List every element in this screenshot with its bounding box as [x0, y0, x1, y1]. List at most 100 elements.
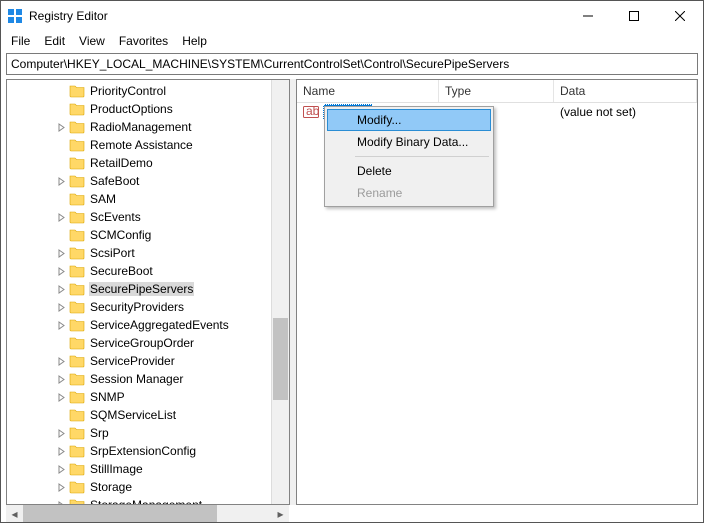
expander-icon[interactable]	[55, 463, 67, 475]
scroll-left-icon[interactable]: ◂	[6, 505, 23, 522]
tree-item-label: ServiceAggregatedEvents	[89, 318, 230, 332]
expander-icon[interactable]	[55, 319, 67, 331]
expander-icon[interactable]	[55, 265, 67, 277]
folder-icon	[69, 174, 85, 188]
expander-icon[interactable]	[55, 175, 67, 187]
tree-item[interactable]: RadioManagement	[7, 118, 289, 136]
address-bar[interactable]: Computer\HKEY_LOCAL_MACHINE\SYSTEM\Curre…	[6, 53, 698, 75]
folder-icon	[69, 228, 85, 242]
minimize-button[interactable]	[565, 1, 611, 31]
folder-icon	[69, 498, 85, 505]
window-controls	[565, 1, 703, 31]
column-data[interactable]: Data	[554, 80, 697, 102]
expander-icon[interactable]	[55, 445, 67, 457]
folder-icon	[69, 156, 85, 170]
expander-icon[interactable]	[55, 247, 67, 259]
menu-modify-binary[interactable]: Modify Binary Data...	[327, 131, 491, 153]
menubar: File Edit View Favorites Help	[1, 31, 703, 51]
menu-rename: Rename	[327, 182, 491, 204]
scroll-right-icon[interactable]: ▸	[272, 505, 289, 522]
menu-favorites[interactable]: Favorites	[113, 32, 174, 50]
tree-item[interactable]: PriorityControl	[7, 82, 289, 100]
expander-icon[interactable]	[55, 427, 67, 439]
tree-item[interactable]: SecurityProviders	[7, 298, 289, 316]
tree-pane[interactable]: PriorityControl ProductOptions RadioManage…	[6, 79, 290, 505]
tree-item[interactable]: SecurePipeServers	[7, 280, 289, 298]
folder-icon	[69, 444, 85, 458]
tree-hscrollbar[interactable]: ◂ ▸	[6, 505, 289, 522]
column-name[interactable]: Name	[297, 80, 439, 102]
menu-modify[interactable]: Modify...	[327, 109, 491, 131]
tree-item-label: ServiceGroupOrder	[89, 336, 195, 350]
folder-icon	[69, 336, 85, 350]
tree-item[interactable]: Storage	[7, 478, 289, 496]
tree-item[interactable]: RetailDemo	[7, 154, 289, 172]
tree-item[interactable]: ProductOptions	[7, 100, 289, 118]
tree-item-label: ScEvents	[89, 210, 142, 224]
tree-item[interactable]: SCMConfig	[7, 226, 289, 244]
tree-item-label: PriorityControl	[89, 84, 167, 98]
expander-icon[interactable]	[55, 373, 67, 385]
tree-item[interactable]: StillImage	[7, 460, 289, 478]
tree-item[interactable]: ScEvents	[7, 208, 289, 226]
tree-item[interactable]: ServiceAggregatedEvents	[7, 316, 289, 334]
menu-help[interactable]: Help	[176, 32, 213, 50]
expander-icon[interactable]	[55, 355, 67, 367]
tree-item-label: RetailDemo	[89, 156, 154, 170]
tree-item-label: Session Manager	[89, 372, 184, 386]
tree-item[interactable]: Srp	[7, 424, 289, 442]
tree-item[interactable]: ServiceGroupOrder	[7, 334, 289, 352]
expander-icon[interactable]	[55, 121, 67, 133]
context-menu: Modify... Modify Binary Data... Delete R…	[324, 106, 494, 207]
tree-item[interactable]: ScsiPort	[7, 244, 289, 262]
tree-item[interactable]: Remote Assistance	[7, 136, 289, 154]
tree-item-label: SAM	[89, 192, 117, 206]
maximize-button[interactable]	[611, 1, 657, 31]
tree-item[interactable]: SafeBoot	[7, 172, 289, 190]
tree-scrollbar-thumb[interactable]	[273, 318, 288, 400]
tree-item-label: ScsiPort	[89, 246, 136, 260]
folder-icon	[69, 120, 85, 134]
expander-icon[interactable]	[55, 211, 67, 223]
tree-item-label: Srp	[89, 426, 110, 440]
string-value-icon: ab	[303, 104, 319, 120]
window-title: Registry Editor	[29, 9, 565, 23]
tree-item[interactable]: SNMP	[7, 388, 289, 406]
tree-item[interactable]: ServiceProvider	[7, 352, 289, 370]
menu-view[interactable]: View	[73, 32, 111, 50]
tree-item[interactable]: SrpExtensionConfig	[7, 442, 289, 460]
folder-icon	[69, 102, 85, 116]
menu-file[interactable]: File	[5, 32, 36, 50]
folder-icon	[69, 282, 85, 296]
svg-text:ab: ab	[306, 104, 319, 118]
tree-item[interactable]: Session Manager	[7, 370, 289, 388]
folder-icon	[69, 84, 85, 98]
menu-delete-label: Delete	[357, 164, 392, 178]
scroll-track[interactable]	[23, 505, 272, 522]
expander-icon[interactable]	[55, 391, 67, 403]
cell-data: (value not set)	[554, 105, 697, 119]
tree-item-label: SecureBoot	[89, 264, 154, 278]
expander-icon[interactable]	[55, 301, 67, 313]
folder-icon	[69, 390, 85, 404]
folder-icon	[69, 426, 85, 440]
menu-separator	[355, 156, 489, 157]
tree-item-label: RadioManagement	[89, 120, 192, 134]
folder-icon	[69, 264, 85, 278]
close-button[interactable]	[657, 1, 703, 31]
folder-icon	[69, 246, 85, 260]
tree-item[interactable]: SecureBoot	[7, 262, 289, 280]
expander-icon[interactable]	[55, 481, 67, 493]
folder-icon	[69, 462, 85, 476]
scroll-thumb[interactable]	[23, 505, 217, 522]
column-type[interactable]: Type	[439, 80, 554, 102]
expander-icon[interactable]	[55, 283, 67, 295]
tree-item-label: SCMConfig	[89, 228, 152, 242]
tree-item[interactable]: SAM	[7, 190, 289, 208]
menu-edit[interactable]: Edit	[38, 32, 71, 50]
menu-delete[interactable]: Delete	[327, 160, 491, 182]
tree-item[interactable]: StorageManagement	[7, 496, 289, 505]
tree-item[interactable]: SQMServiceList	[7, 406, 289, 424]
folder-icon	[69, 408, 85, 422]
address-text: Computer\HKEY_LOCAL_MACHINE\SYSTEM\Curre…	[11, 57, 509, 71]
